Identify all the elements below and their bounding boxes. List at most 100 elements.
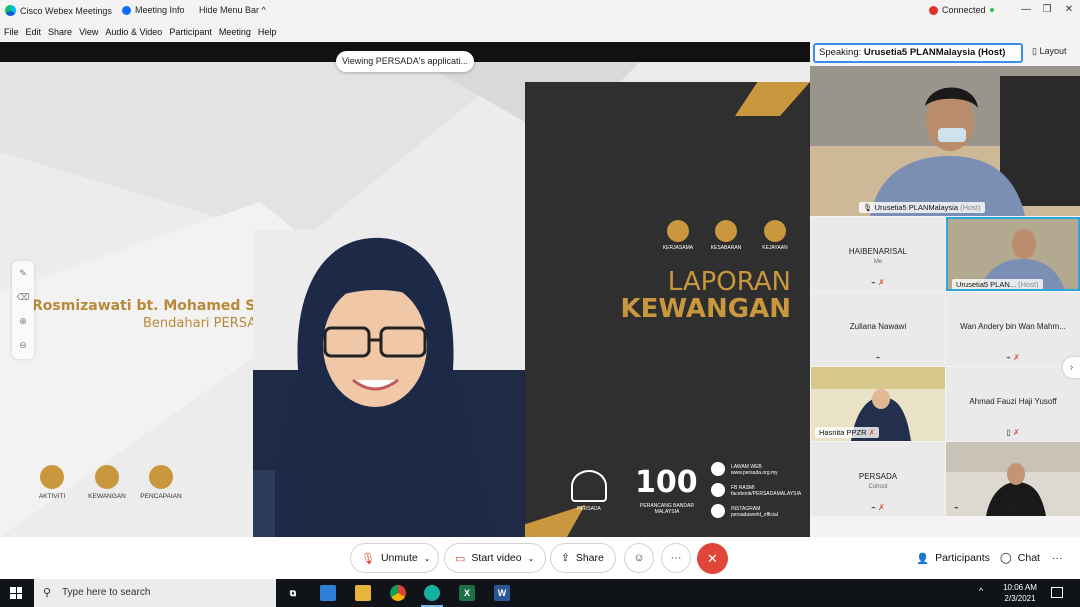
muted-icon: ✗ xyxy=(1013,353,1020,362)
participant-tile[interactable]: ⌁ aim xyxy=(946,442,1080,516)
zoom-in-icon[interactable]: ⊕ xyxy=(12,309,34,333)
phone-icon: ▯ xyxy=(1006,428,1011,437)
connection-status[interactable]: Connected xyxy=(929,5,994,15)
eraser-icon[interactable]: ⌫ xyxy=(12,285,34,309)
muted-icon: ✗ xyxy=(878,503,885,512)
unmute-button[interactable]: 🎙 Unmute ⌄ xyxy=(350,543,439,573)
shield-icon xyxy=(122,5,131,15)
excel-icon[interactable]: X xyxy=(459,585,475,601)
speaking-indicator[interactable]: Speaking: Urusetia5 PLANMalaysia (Host) xyxy=(813,43,1023,63)
muted-icon: ✗ xyxy=(1012,428,1020,437)
meeting-info-button[interactable]: Meeting Info xyxy=(122,5,185,15)
menu-view[interactable]: View xyxy=(79,27,98,37)
muted-icon: ✗ xyxy=(878,278,885,287)
task-view-icon[interactable]: ⧉ xyxy=(285,585,301,601)
taskbar-search-input[interactable]: ⚲ Type here to search xyxy=(34,579,276,607)
slide-dark-panel: KERJASAMA KESABARAN KEJAYAAN LAPORAN KEW… xyxy=(525,82,810,537)
participants-video-panel: Speaking: Urusetia5 PLANMalaysia (Host) … xyxy=(810,42,1080,537)
webex-taskbar-icon[interactable] xyxy=(424,585,440,601)
medal-icon xyxy=(764,220,786,242)
meeting-info-label: Meeting Info xyxy=(135,5,185,15)
menu-file[interactable]: File xyxy=(4,27,19,37)
hide-menu-bar-button[interactable]: Hide Menu Bar ^ xyxy=(199,5,266,15)
mic-icon: ⌁ xyxy=(1006,353,1011,362)
mic-icon: ⌁ xyxy=(871,503,876,512)
gold-accent-top xyxy=(735,82,810,116)
centenary-subtitle: PERANCANG BANDAR MALAYSIA xyxy=(640,503,694,515)
chat-icon: ◯ xyxy=(1000,552,1012,564)
persada-logo-text: PERSADA xyxy=(577,506,601,512)
more-options-button[interactable]: ··· xyxy=(661,543,691,573)
participant-tile[interactable]: Hasnita PPZR ✗ xyxy=(811,367,945,441)
menu-share[interactable]: Share xyxy=(48,27,72,37)
top-icon-label-3: KEJAYAAN xyxy=(762,245,788,251)
menu-audio-video[interactable]: Audio & Video xyxy=(105,27,162,37)
mic-icon: ⌁ xyxy=(871,278,876,287)
menu-bar: File Edit Share View Audio & Video Parti… xyxy=(0,22,1080,42)
share-button[interactable]: ⇪ Share xyxy=(550,543,616,573)
webex-logo-icon xyxy=(5,5,16,16)
web-icon xyxy=(711,462,725,476)
windows-start-icon[interactable] xyxy=(10,587,22,599)
meeting-controls: 🎙 Unmute ⌄ ▭ Start video ⌄ ⇪ Share ☺ ···… xyxy=(0,537,1080,579)
connected-dot-icon xyxy=(989,8,994,12)
participant-tile[interactable]: Zuliana Nawawi ⌁ xyxy=(811,292,945,366)
menu-help[interactable]: Help xyxy=(258,27,277,37)
leave-meeting-button[interactable]: ✕ xyxy=(697,543,728,574)
person-icon: 👤 xyxy=(916,552,930,565)
taskbar-clock[interactable]: 10:06 AM 2/3/2021 xyxy=(1000,582,1040,604)
share-icon: ⇪ xyxy=(561,552,570,564)
menu-participant[interactable]: Participant xyxy=(169,27,212,37)
participant-tile[interactable]: PERSADA Cohost ⌁ ✗ xyxy=(811,442,945,516)
finance-label: KEWANGAN xyxy=(88,493,126,500)
search-icon: ⚲ xyxy=(43,587,52,599)
menu-edit[interactable]: Edit xyxy=(26,27,42,37)
handshake-icon xyxy=(667,220,689,242)
close-button[interactable]: ✕ xyxy=(1061,3,1077,17)
video-off-icon: ▭ xyxy=(455,552,466,565)
participant-tile[interactable]: Ahmad Fauzi Haji Yusoff ▯ ✗ xyxy=(946,367,1080,441)
centenary-number: 100 xyxy=(635,465,698,500)
minimize-button[interactable]: — xyxy=(1018,3,1034,17)
annotation-toolbar: ✎ ⌫ ⊕ ⊖ xyxy=(12,261,34,359)
notification-icon[interactable] xyxy=(1051,587,1063,598)
viewing-indicator[interactable]: Viewing PERSADA's applicati... xyxy=(336,51,474,72)
chevron-down-icon[interactable]: ⌄ xyxy=(424,554,431,563)
layout-button[interactable]: ▯ Layout xyxy=(1032,46,1067,57)
facebook-icon xyxy=(711,483,725,497)
panel-more-button[interactable]: ··· xyxy=(1042,543,1074,573)
active-speaker-name: 🎙 Urusetia5 PLANMalaysia (Host) xyxy=(859,202,985,213)
instagram-value: persadaworld_official xyxy=(731,512,778,518)
participant-tile[interactable]: HAIBENARISAL Me ⌁ ✗ xyxy=(811,217,945,291)
app-title-text: Cisco Webex Meetings xyxy=(20,5,112,16)
file-explorer-icon[interactable] xyxy=(355,585,371,601)
layout-label: Layout xyxy=(1039,46,1067,56)
chevron-down-icon[interactable]: ⌄ xyxy=(528,554,535,563)
start-video-button[interactable]: ▭ Start video ⌄ xyxy=(444,543,546,573)
speaking-prefix: Speaking: xyxy=(819,47,864,58)
maximize-button[interactable]: ❐ xyxy=(1039,3,1055,17)
speaking-name: Urusetia5 PLANMalaysia (Host) xyxy=(863,47,1006,58)
top-icon-label-2: KESABARAN xyxy=(710,245,742,251)
slide-title-line1: LAPORAN xyxy=(667,267,791,297)
menu-meeting[interactable]: Meeting xyxy=(219,27,251,37)
reactions-button[interactable]: ☺ xyxy=(624,543,654,573)
next-page-chevron-icon[interactable]: › xyxy=(1063,357,1080,378)
participants-button[interactable]: 👤 Participants xyxy=(906,543,990,573)
zoom-out-icon[interactable]: ⊖ xyxy=(12,333,34,357)
chevron-up-icon[interactable]: ^ xyxy=(979,586,983,596)
pen-icon[interactable]: ✎ xyxy=(12,261,34,285)
clock-date: 2/3/2021 xyxy=(1004,594,1036,603)
active-speaker-video[interactable]: 🎙 Urusetia5 PLANMalaysia (Host) xyxy=(810,66,1080,216)
slide-title-line2: KEWANGAN xyxy=(620,294,791,324)
chat-button[interactable]: ◯ Chat xyxy=(990,543,1040,573)
mail-icon[interactable] xyxy=(320,585,336,601)
chrome-icon[interactable] xyxy=(390,585,406,601)
instagram-icon xyxy=(711,504,725,518)
participant-tile[interactable]: Wan Andery bin Wan Mahm... ⌁ ✗ xyxy=(946,292,1080,366)
word-icon[interactable]: W xyxy=(494,585,510,601)
achievement-label: PENCAPAIAN xyxy=(140,493,182,500)
participant-tile[interactable]: Urusetia5 PLAN... (Host) xyxy=(946,217,1080,291)
hide-menu-bar-label: Hide Menu Bar ^ xyxy=(199,5,266,15)
activity-label: AKTIVITI xyxy=(38,493,66,500)
